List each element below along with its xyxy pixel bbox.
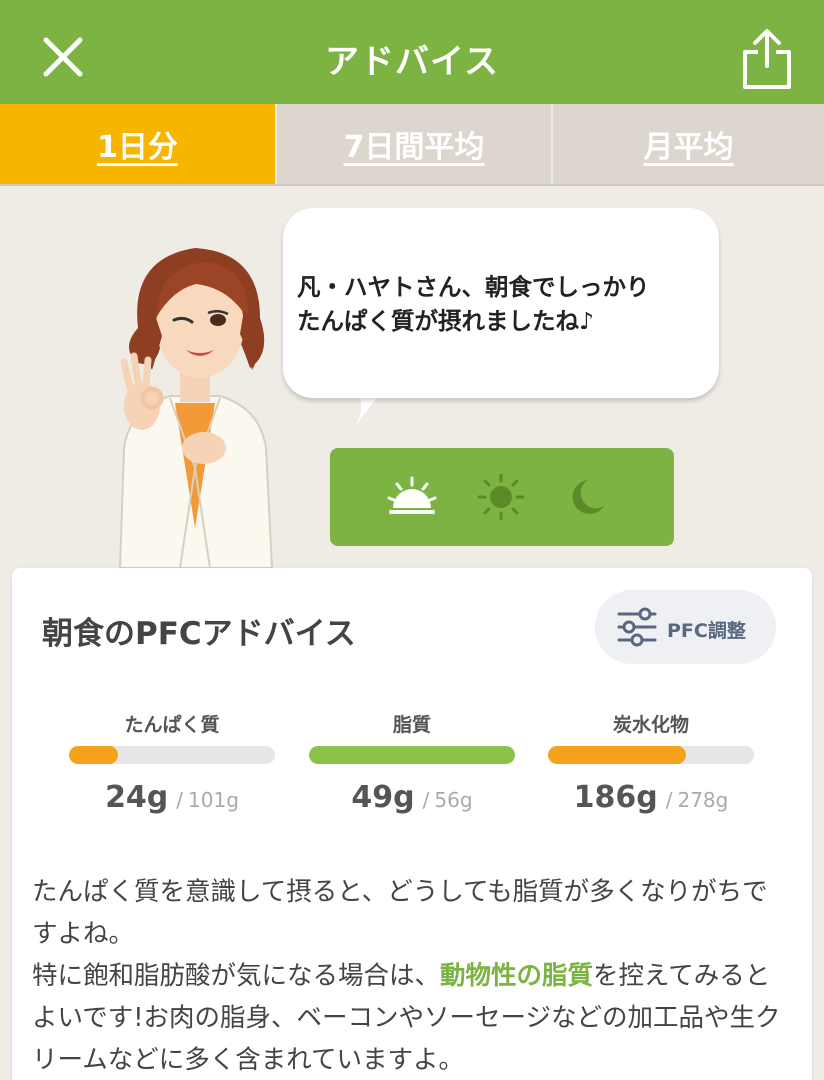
tab-daily[interactable]: 1日分 [0,104,275,184]
progress-fill [309,746,515,764]
nutrient-target: 101g [188,788,239,812]
share-icon[interactable] [738,26,796,92]
app-header: アドバイス [0,0,824,104]
progress-track [309,746,515,764]
separator: / [665,788,673,812]
advisor-illustration [118,248,274,568]
pfc-adjust-button[interactable]: PFC調整 [595,590,776,664]
tab-7day-average[interactable]: 7日間平均 [275,104,551,184]
meal-selector [330,448,674,546]
pfc-advice-card: 朝食のPFCアドバイス PFC調整 たんぱく質 24g/101g 脂質 49g … [12,568,812,1080]
nutrient-values: 24g /101g [69,780,275,815]
sunrise-icon[interactable] [387,474,437,520]
advisor-message: 凡・ハヤトさん、朝食でしっかり たんぱく質が摂れましたね♪ [297,273,650,335]
pfc-adjust-label: PFC調整 [667,620,746,642]
tab-monthly-average[interactable]: 月平均 [551,104,824,184]
nutrient-label: 炭水化物 [612,714,689,736]
advice-line-2-pre: 特に飽和脂肪酸が気になる場合は、 [32,961,441,991]
period-tabs: 1日分 7日間平均 月平均 [0,104,824,186]
speech-bubble: 凡・ハヤトさん、朝食でしっかり たんぱく質が摂れましたね♪ [283,208,719,398]
page-title: アドバイス [325,42,499,82]
nutrient-values: 49g /56g [309,780,515,815]
progress-fill [548,746,687,764]
moon-icon[interactable] [560,474,610,520]
nutrient-label: たんぱく質 [124,714,220,736]
nutrient-values: 186g /278g [548,780,754,815]
advice-highlight: 動物性の脂質 [440,961,594,991]
progress-track [69,746,275,764]
nutrient-target: 56g [434,788,473,812]
separator: / [422,788,430,812]
progress-track [548,746,754,764]
nutrient-target: 278g [677,788,729,812]
sliders-icon [617,607,657,647]
sun-icon[interactable] [476,474,526,520]
nutrient-amount: 49g [351,780,415,815]
advice-line-1: たんぱく質を意識して摂ると、どうしても脂質が多くなりがちですよね。 [32,877,768,949]
nutrient-amount: 186g [573,780,658,815]
progress-fill [69,746,119,764]
advice-text: たんぱく質を意識して摂ると、どうしても脂質が多くなりがちですよね。 特に飽和脂肪… [32,871,792,1080]
nutrient-label: 脂質 [392,714,431,736]
nutrient-amount: 24g [105,780,169,815]
separator: / [176,788,184,812]
pfc-card-title: 朝食のPFCアドバイス [42,616,356,652]
